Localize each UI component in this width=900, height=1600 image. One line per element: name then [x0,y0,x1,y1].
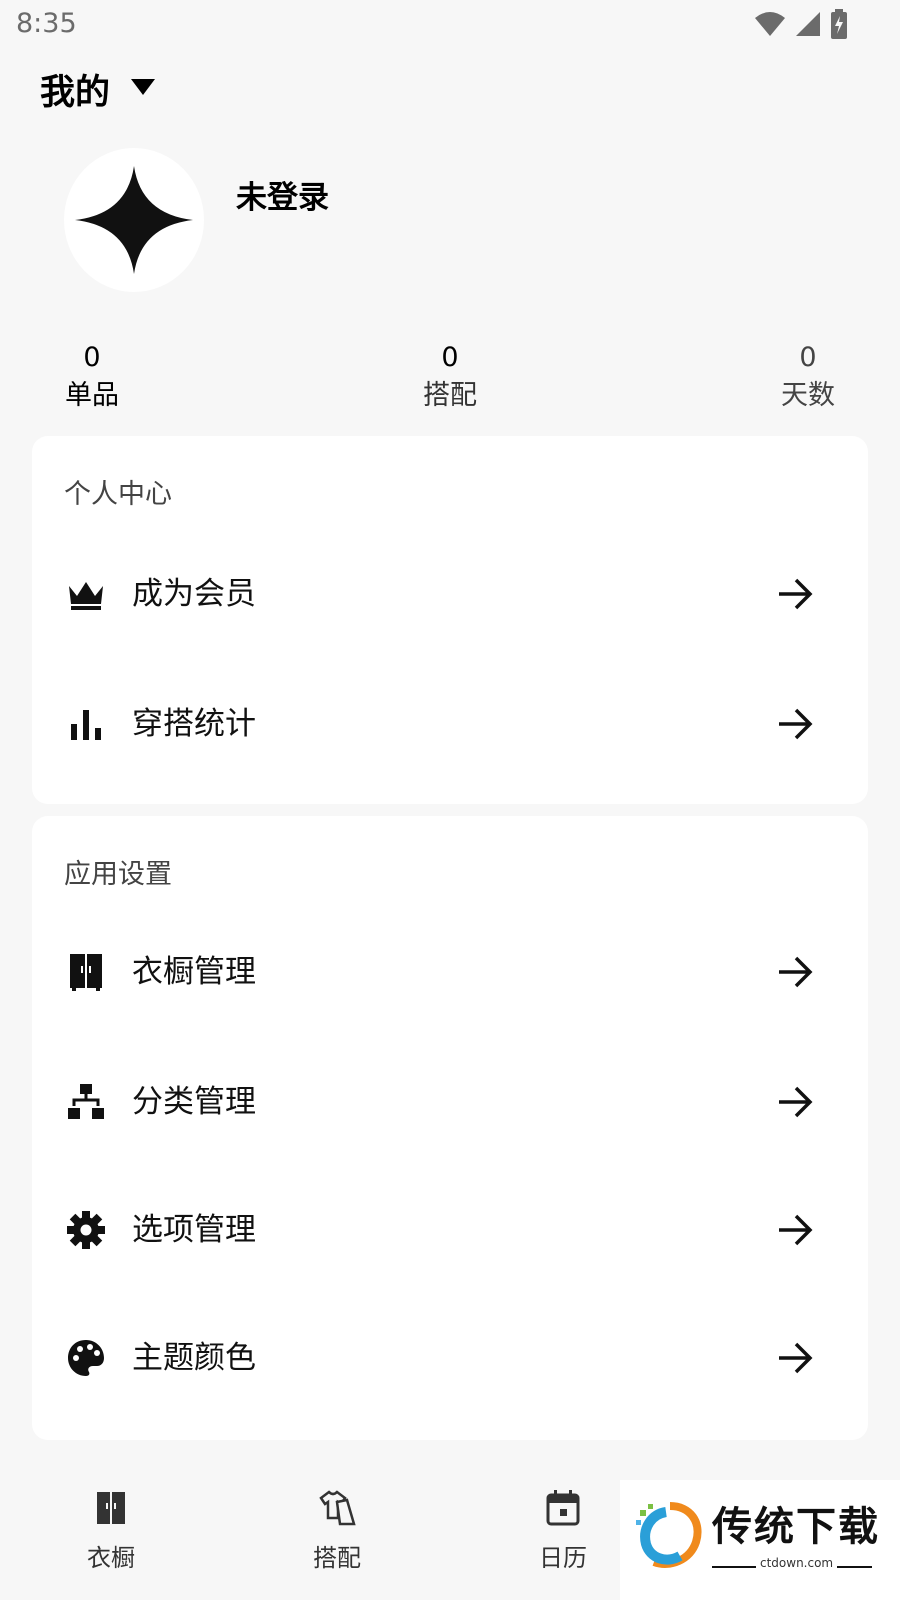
wifi-icon [755,12,785,36]
arrow-right-icon [779,956,813,988]
section-title: 个人中心 [64,479,172,510]
profile-name[interactable]: 未登录 [236,172,329,217]
nav-label: 搭配 [313,1544,361,1572]
stat-days[interactable]: 0 天数 [748,340,868,416]
category-management-row[interactable]: 分类管理 [32,1054,868,1150]
row-label: 主题颜色 [132,1340,256,1376]
stat-value: 0 [83,342,101,373]
arrow-right-icon [779,1342,813,1374]
wardrobe-icon [97,1492,125,1524]
stat-value: 0 [441,342,459,373]
row-label: 选项管理 [132,1212,256,1248]
watermark-logo-icon [636,1502,702,1568]
stat-label: 搭配 [423,380,477,411]
row-label: 穿搭统计 [132,706,256,742]
status-bar: 8:35 [0,0,900,48]
personal-center-card: 个人中心 成为会员 穿搭统计 [32,436,868,804]
stat-label: 单品 [65,380,119,411]
bar-chart-icon [71,710,101,740]
hierarchy-icon [68,1084,104,1119]
become-member-row[interactable]: 成为会员 [32,546,868,642]
stat-items[interactable]: 0 单品 [32,340,152,416]
theme-color-row[interactable]: 主题颜色 [32,1310,868,1406]
nav-label: 衣橱 [87,1544,135,1572]
row-label: 成为会员 [132,576,256,612]
stat-label: 天数 [781,380,835,411]
page-title: 我的 [40,73,111,113]
stat-outfits[interactable]: 0 搭配 [390,340,510,416]
wardrobe-icon [70,954,102,991]
gear-icon [67,1211,105,1249]
dropdown-caret-icon[interactable] [130,78,156,96]
screen: 8:35 我的 未登录 0 单品 0 搭配 0 天数 个人中心 成为会员 穿搭统… [0,0,900,1600]
row-label: 分类管理 [132,1084,256,1120]
palette-icon [68,1340,104,1376]
battery-icon [831,9,847,39]
watermark-brand: 传统下载 [712,1504,880,1550]
arrow-right-icon [779,578,813,610]
sparkle-star-icon [75,166,193,274]
nav-label: 日历 [539,1544,587,1572]
wardrobe-management-row[interactable]: 衣橱管理 [32,924,868,1020]
shirt-icon [319,1490,356,1526]
calendar-icon [546,1490,580,1526]
nav-tab-calendar[interactable]: 日历 [508,1488,618,1573]
signal-icon [796,12,820,36]
crown-icon [69,582,103,610]
watermark-url: ctdown.com [756,1556,838,1570]
arrow-right-icon [779,708,813,740]
status-icons [754,8,848,40]
status-time: 8:35 [16,8,77,39]
watermark: 传统下载 ctdown.com [620,1480,900,1600]
option-management-row[interactable]: 选项管理 [32,1182,868,1278]
arrow-right-icon [779,1214,813,1246]
row-label: 衣橱管理 [132,954,256,990]
outfit-stats-row[interactable]: 穿搭统计 [32,676,868,772]
section-title: 应用设置 [64,859,172,890]
avatar[interactable] [64,148,204,292]
app-settings-card: 应用设置 衣橱管理 分类管理 选项管理 主题颜色 [32,816,868,1440]
arrow-right-icon [779,1086,813,1118]
nav-tab-wardrobe[interactable]: 衣橱 [56,1488,166,1573]
nav-tab-outfits[interactable]: 搭配 [282,1488,392,1573]
stat-value: 0 [799,342,817,373]
